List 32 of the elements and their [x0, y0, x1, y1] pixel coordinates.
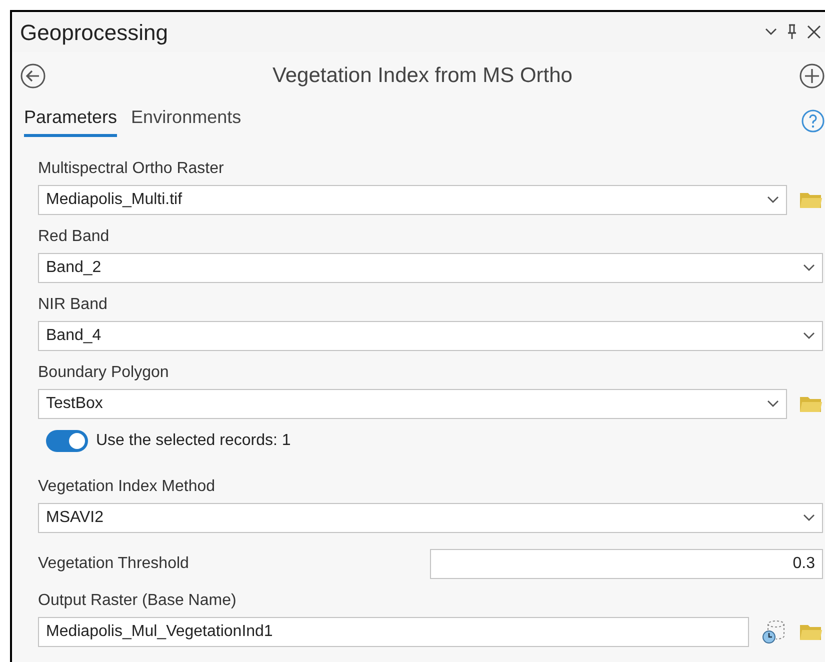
dropdown-field[interactable]: TestBox	[38, 389, 787, 419]
caret-icon	[803, 514, 815, 522]
caret-icon	[767, 400, 779, 408]
parameter-label: Vegetation Threshold	[38, 554, 190, 574]
dropdown-field[interactable]: Mediapolis_Multi.tif	[38, 185, 787, 215]
tab[interactable]: Environments	[131, 104, 242, 137]
parameter-label: Output Raster (Base Name)	[38, 591, 238, 611]
caret-icon	[803, 332, 815, 340]
back-icon[interactable]	[20, 63, 46, 89]
dropdown-field[interactable]: Band_4	[38, 321, 823, 351]
database-clock-icon[interactable]	[761, 619, 787, 645]
panel-title: Geoprocessing	[20, 18, 168, 47]
chevron-down-icon[interactable]	[765, 28, 777, 36]
tool-title: Vegetation Index from MS Ortho	[272, 63, 572, 90]
caret-icon	[803, 264, 815, 272]
parameter-label: Red Band	[38, 227, 110, 247]
dropdown-field[interactable]: MSAVI2	[38, 503, 823, 533]
caret-icon	[767, 196, 779, 204]
tab[interactable]: Parameters	[24, 104, 118, 137]
help-icon[interactable]	[801, 108, 825, 132]
parameter-label: Multispectral Ortho Raster	[38, 159, 225, 179]
parameter-label: Boundary Polygon	[38, 363, 170, 383]
number-field[interactable]: 0.3	[430, 549, 823, 579]
toggle-label: Use the selected records: 1	[96, 431, 291, 451]
output-field[interactable]: Mediapolis_Mul_VegetationInd1	[38, 617, 749, 647]
parameter-label: Vegetation Index Method	[38, 477, 216, 497]
dropdown-field[interactable]: Band_2	[38, 253, 823, 283]
parameter-label: NIR Band	[38, 295, 108, 315]
add-icon[interactable]	[799, 63, 825, 89]
pin-icon[interactable]	[787, 24, 797, 40]
toggle-switch[interactable]	[46, 430, 88, 452]
close-icon[interactable]	[807, 25, 821, 39]
